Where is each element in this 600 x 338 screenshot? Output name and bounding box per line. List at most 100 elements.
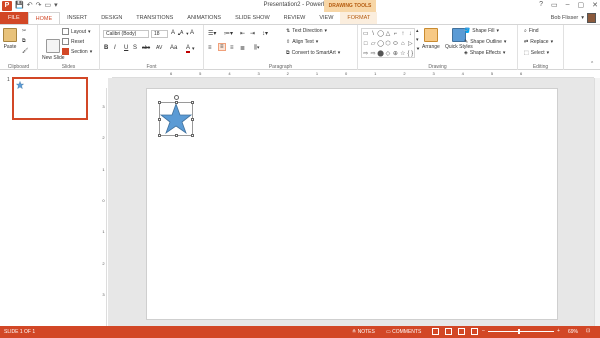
replace-button[interactable]: ⇄ Replace ▾ [524,39,553,45]
shape-donut-icon[interactable]: ⬤ [377,49,384,59]
convert-smartart-button[interactable]: ⧉ Convert to SmartArt ▾ [286,50,340,56]
layout-button[interactable]: Layout ▾ [62,28,91,35]
strikethrough-button[interactable]: abc [142,45,150,51]
tab-slide-show[interactable]: SLIDE SHOW [228,12,277,24]
increase-indent-button[interactable]: ⇥ [250,30,255,37]
comments-button[interactable]: ▭ COMMENTS [386,329,421,335]
shape-ellipse-icon[interactable]: ⬭ [392,39,399,49]
shape-star-icon[interactable]: ☆ [399,49,406,59]
gallery-more-button[interactable]: ⯆ [416,47,420,53]
shape-rectangle-icon[interactable]: ▭ [362,29,369,39]
shape-pentagon-icon[interactable]: ⌂ [399,39,406,49]
shape-brace-icon[interactable]: { } [407,49,414,59]
zoom-slider-thumb[interactable] [518,329,520,334]
zoom-out-button[interactable]: – [482,328,485,334]
shape-outline-button[interactable]: ✎ Shape Outline ▾ [464,39,506,45]
bullets-button[interactable]: ☰▾ [208,30,216,37]
shape-down-arrow-icon[interactable]: ↓ [407,29,414,39]
shape-effects-button[interactable]: ◈ Shape Effects ▾ [464,50,505,56]
help-button[interactable]: ? [539,1,543,9]
columns-button[interactable]: ⫼▾ [254,45,260,52]
shape-right-arrow-icon[interactable]: ⇨ [362,49,369,59]
underline-button[interactable]: U [124,45,128,51]
resize-handle-e[interactable] [191,118,194,121]
resize-handle-sw[interactable] [158,134,161,137]
tab-design[interactable]: DESIGN [94,12,129,24]
shape-plus-icon[interactable]: ⊕ [392,49,399,59]
gallery-scroll-down[interactable]: ▾ [416,37,419,43]
shape-chevron-icon[interactable]: ▷ [407,39,414,49]
shape-fill-button[interactable]: 🪣 Shape Fill ▾ [464,28,499,34]
shape-circle-icon[interactable]: ◯ [377,39,384,49]
slide-canvas[interactable] [146,88,558,320]
resize-handle-w[interactable] [158,118,161,121]
copy-icon[interactable]: ⧉ [22,38,26,44]
clear-formatting-button[interactable]: A [190,30,194,36]
notes-button[interactable]: ≙ NOTES [352,329,375,335]
slideshow-view-icon[interactable] [471,328,478,335]
format-painter-icon[interactable]: 🖌 [22,48,28,54]
resize-handle-s[interactable] [175,134,178,137]
vertical-scrollbar[interactable] [594,78,600,326]
tab-home[interactable]: HOME [27,12,61,24]
justify-button[interactable]: ≣ [240,45,245,52]
bold-button[interactable]: B [104,45,108,51]
tab-view[interactable]: VIEW [312,12,340,24]
find-button[interactable]: ⌕ Find [524,28,539,34]
shapes-gallery[interactable]: ▭ \ ◯ △ ⌐ ↑ ↓ □ ▱ ◯ ⬡ ⬭ ⌂ ▷ ⇨ ⇨ ⬤ ◇ ⊕ ☆ … [361,28,415,58]
change-case-button[interactable]: Aa [170,45,177,51]
gallery-scroll-up[interactable]: ▴ [416,28,419,34]
zoom-level[interactable]: 69% [568,329,578,335]
font-name-combo[interactable]: Calibri (Body) [103,30,149,38]
resize-handle-se[interactable] [191,134,194,137]
paste-button[interactable]: Paste [3,28,17,50]
normal-view-icon[interactable] [432,328,439,335]
rotate-handle[interactable] [174,95,179,100]
reading-view-icon[interactable] [458,328,465,335]
slide-sorter-view-icon[interactable] [445,328,452,335]
font-color-button[interactable]: A ▾ [186,45,195,53]
minimize-button[interactable]: – [566,1,570,9]
shape-triangle-icon[interactable]: △ [384,29,391,39]
reset-button[interactable]: Reset [62,38,84,45]
tab-animations[interactable]: ANIMATIONS [180,12,228,24]
align-center-button[interactable]: ≡ [218,43,226,51]
shape-up-arrow-icon[interactable]: ↑ [399,29,406,39]
shadow-button[interactable]: S [133,45,137,51]
user-account[interactable]: Bob Flisser ▾ [551,12,596,24]
fit-slide-icon[interactable]: ⊡ [586,328,590,334]
numbering-button[interactable]: ≔▾ [224,30,233,37]
ribbon-display-button[interactable]: ▭ [551,1,558,9]
tab-format[interactable]: FORMAT [340,12,378,24]
select-button[interactable]: ⬚ Select ▾ [524,50,549,56]
shape-parallelogram-icon[interactable]: ▱ [369,39,376,49]
shape-square-icon[interactable]: □ [362,39,369,49]
arrange-button[interactable]: Arrange [422,28,440,50]
align-text-button[interactable]: ⇳ Align Text ▾ [286,39,318,45]
font-size-combo[interactable]: 18 [151,30,168,38]
shape-diamond-icon[interactable]: ◇ [384,49,391,59]
shrink-font-button[interactable]: A ▼ [180,30,189,36]
cut-icon[interactable]: ✂ [22,28,26,34]
shape-hexagon-icon[interactable]: ⬡ [384,39,391,49]
tab-review[interactable]: REVIEW [277,12,313,24]
shape-block-arrow-icon[interactable]: ⇨ [369,49,376,59]
section-button[interactable]: Section ▾ [62,48,92,55]
tab-insert[interactable]: INSERT [60,12,94,24]
shape-oval-icon[interactable]: ◯ [377,29,384,39]
tab-transitions[interactable]: TRANSITIONS [129,12,180,24]
zoom-slider[interactable] [488,331,554,332]
text-direction-button[interactable]: ⇅ Text Direction ▾ [286,28,327,34]
resize-handle-n[interactable] [175,101,178,104]
italic-button[interactable]: I [114,45,116,51]
restore-button[interactable]: ▢ [578,1,585,9]
character-spacing-button[interactable]: AV [156,45,162,51]
align-right-button[interactable]: ≡ [230,45,234,51]
star-shape[interactable] [158,95,194,137]
shape-line-icon[interactable]: \ [369,29,376,39]
align-left-button[interactable]: ≡ [208,45,212,51]
collapse-ribbon-icon[interactable]: ⌃ [590,61,594,67]
close-button[interactable]: ✕ [592,1,598,9]
slide-thumbnail[interactable] [12,77,88,120]
resize-handle-ne[interactable] [191,101,194,104]
